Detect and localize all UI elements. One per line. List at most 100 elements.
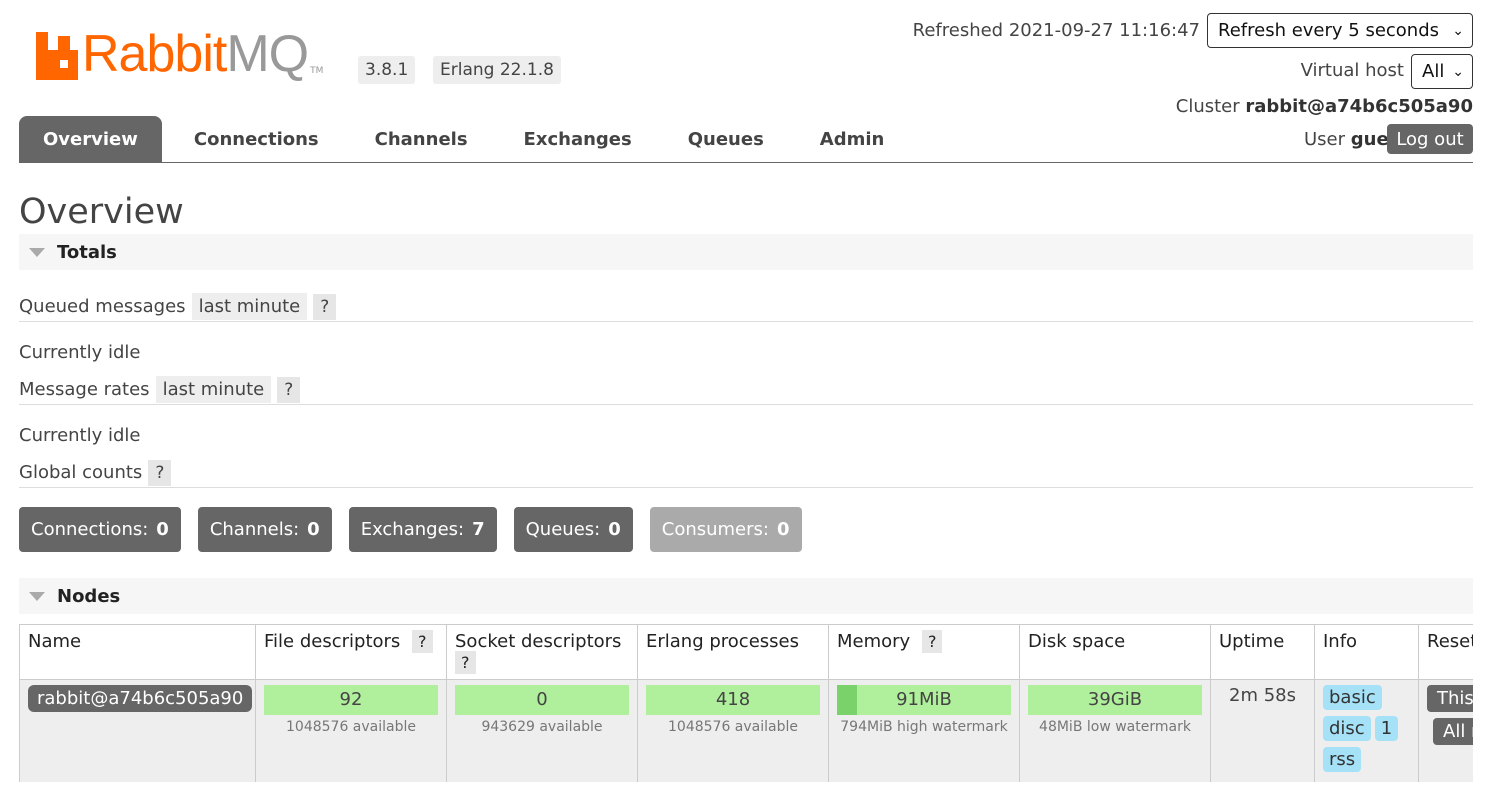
uptime-value: 2m 58s (1229, 685, 1296, 706)
virtual-host-label: Virtual host (1300, 60, 1404, 81)
totals-title: Totals (57, 241, 117, 263)
nodes-table-container[interactable]: Name File descriptors ? Socket descripto… (19, 624, 1473, 782)
uptime-cell: 2m 58s (1210, 679, 1315, 782)
file-descriptors-bar: 92 (264, 685, 438, 715)
column-header-label: File descriptors (264, 631, 401, 652)
global-counts: Connections: 0 Channels: 0 Exchanges: 7 Que… (19, 507, 819, 552)
help-icon[interactable]: ? (455, 651, 476, 674)
channels-count-button[interactable]: Channels: 0 (197, 507, 332, 552)
message-rates-row: Message rates last minute ? (19, 375, 1473, 405)
logo-trademark: TM (310, 66, 324, 76)
totals-section-toggle[interactable]: Totals (19, 234, 1473, 270)
file-descriptors-cell: 92 1048576 available (255, 679, 447, 782)
memory-bar: 91MiB (837, 685, 1011, 715)
consumers-count-button: Consumers: 0 (649, 507, 802, 552)
memory-watermark: 794MiB high watermark (840, 719, 1008, 735)
column-header-uptime: Uptime (1210, 624, 1315, 680)
refresh-interval-select[interactable]: Refresh every 5 seconds ⌄ (1207, 13, 1473, 48)
main-nav-tabs: Overview Connections Channels Exchanges … (19, 116, 1473, 163)
count-value: 0 (776, 519, 790, 540)
chevron-down-icon: ⌄ (1452, 63, 1464, 80)
rabbitmq-logo-icon (36, 32, 78, 80)
table-row: rabbit@a74b6c505a90 92 1048576 available… (19, 679, 1473, 782)
column-header-label: Memory (837, 631, 911, 652)
queued-messages-label: Queued messages (19, 296, 186, 317)
queued-status: Currently idle (19, 340, 1473, 364)
memory-usage-fill (837, 685, 857, 715)
cluster-label: Cluster (1175, 96, 1240, 117)
info-tag-rss: rss (1323, 747, 1362, 772)
node-name-link[interactable]: rabbit@a74b6c505a90 (28, 685, 253, 712)
tab-admin[interactable]: Admin (796, 116, 909, 162)
help-icon[interactable]: ? (148, 459, 172, 486)
queued-range-selector[interactable]: last minute (191, 293, 308, 320)
rates-status: Currently idle (19, 423, 1473, 447)
virtual-host-value: All (1422, 61, 1445, 82)
socket-descriptors-cell: 0 943629 available (446, 679, 638, 782)
count-label: Exchanges: (360, 519, 465, 540)
virtual-host-select[interactable]: All ⌄ (1411, 54, 1473, 89)
tab-connections[interactable]: Connections (170, 116, 343, 162)
column-header-label: Name (28, 631, 82, 652)
help-icon[interactable]: ? (313, 293, 337, 320)
column-header-info: Info (1314, 624, 1419, 680)
column-header-label: Uptime (1219, 631, 1285, 652)
nodes-table: Name File descriptors ? Socket descripto… (19, 624, 1473, 782)
help-icon[interactable]: ? (412, 630, 433, 653)
disk-space-bar: 39GiB (1028, 685, 1202, 715)
cluster-info: Cluster rabbit@a74b6c505a90 (1176, 96, 1473, 117)
nodes-title: Nodes (57, 585, 121, 607)
column-header-label: Reset stats (1427, 631, 1473, 652)
connections-count-button[interactable]: Connections: 0 (19, 507, 181, 552)
tab-exchanges[interactable]: Exchanges (500, 116, 656, 162)
chevron-down-icon: ⌄ (1452, 22, 1464, 39)
logo-text: RabbitMQ (82, 25, 309, 83)
info-tag-basic: basic (1323, 685, 1382, 710)
message-rates-label: Message rates (19, 379, 150, 400)
erlang-processes-cell: 418 1048576 available (637, 679, 829, 782)
global-counts-row: Global counts ? (19, 458, 1473, 488)
help-icon[interactable]: ? (277, 376, 301, 403)
column-header-erlang-processes: Erlang processes (637, 624, 829, 680)
queues-count-button[interactable]: Queues: 0 (513, 507, 633, 552)
memory-value: 91MiB (896, 689, 952, 710)
erlang-processes-bar: 418 (646, 685, 820, 715)
reset-stats-cell: This node All nodes (1418, 679, 1473, 782)
table-header-row: Name File descriptors ? Socket descripto… (19, 624, 1473, 680)
column-header-socket-descriptors: Socket descriptors ? (446, 624, 638, 680)
file-descriptors-available: 1048576 available (286, 719, 416, 735)
nodes-section-toggle[interactable]: Nodes (19, 578, 1473, 614)
column-header-label: Socket descriptors (455, 631, 622, 652)
collapse-triangle-icon (29, 247, 45, 257)
rates-range-selector[interactable]: last minute (155, 376, 272, 403)
collapse-triangle-icon (29, 591, 45, 601)
tab-queues[interactable]: Queues (664, 116, 788, 162)
socket-descriptors-bar: 0 (455, 685, 629, 715)
erlang-version-badge: Erlang 22.1.8 (433, 56, 561, 84)
help-icon[interactable]: ? (921, 630, 943, 653)
refreshed-timestamp: Refreshed 2021-09-27 11:16:47 (912, 20, 1200, 41)
column-header-file-descriptors: File descriptors ? (255, 624, 447, 680)
reset-all-nodes-button[interactable]: All nodes (1433, 718, 1473, 745)
exchanges-count-button[interactable]: Exchanges: 7 (348, 507, 497, 552)
info-cell: basic disc 1 rss (1314, 679, 1419, 782)
tab-overview[interactable]: Overview (19, 116, 162, 162)
count-value: 7 (472, 519, 485, 540)
socket-descriptors-value: 0 (536, 689, 548, 710)
disk-space-value: 39GiB (1087, 689, 1143, 710)
column-header-label: Disk space (1028, 631, 1126, 652)
erlang-processes-available: 1048576 available (668, 719, 798, 735)
global-counts-label: Global counts (19, 462, 143, 483)
reset-this-node-button[interactable]: This node (1427, 685, 1473, 712)
rabbitmq-logo[interactable]: RabbitMQ TM (36, 28, 323, 80)
socket-descriptors-available: 943629 available (481, 719, 603, 735)
queued-status-text: Currently idle (19, 341, 141, 363)
column-header-label: Info (1323, 631, 1358, 652)
column-header-name: Name (19, 624, 256, 680)
count-value: 0 (608, 519, 621, 540)
tab-channels[interactable]: Channels (351, 116, 492, 162)
page-title: Overview (19, 192, 184, 232)
count-label: Channels: (209, 519, 300, 540)
count-value: 0 (156, 519, 169, 540)
count-value: 0 (307, 519, 320, 540)
